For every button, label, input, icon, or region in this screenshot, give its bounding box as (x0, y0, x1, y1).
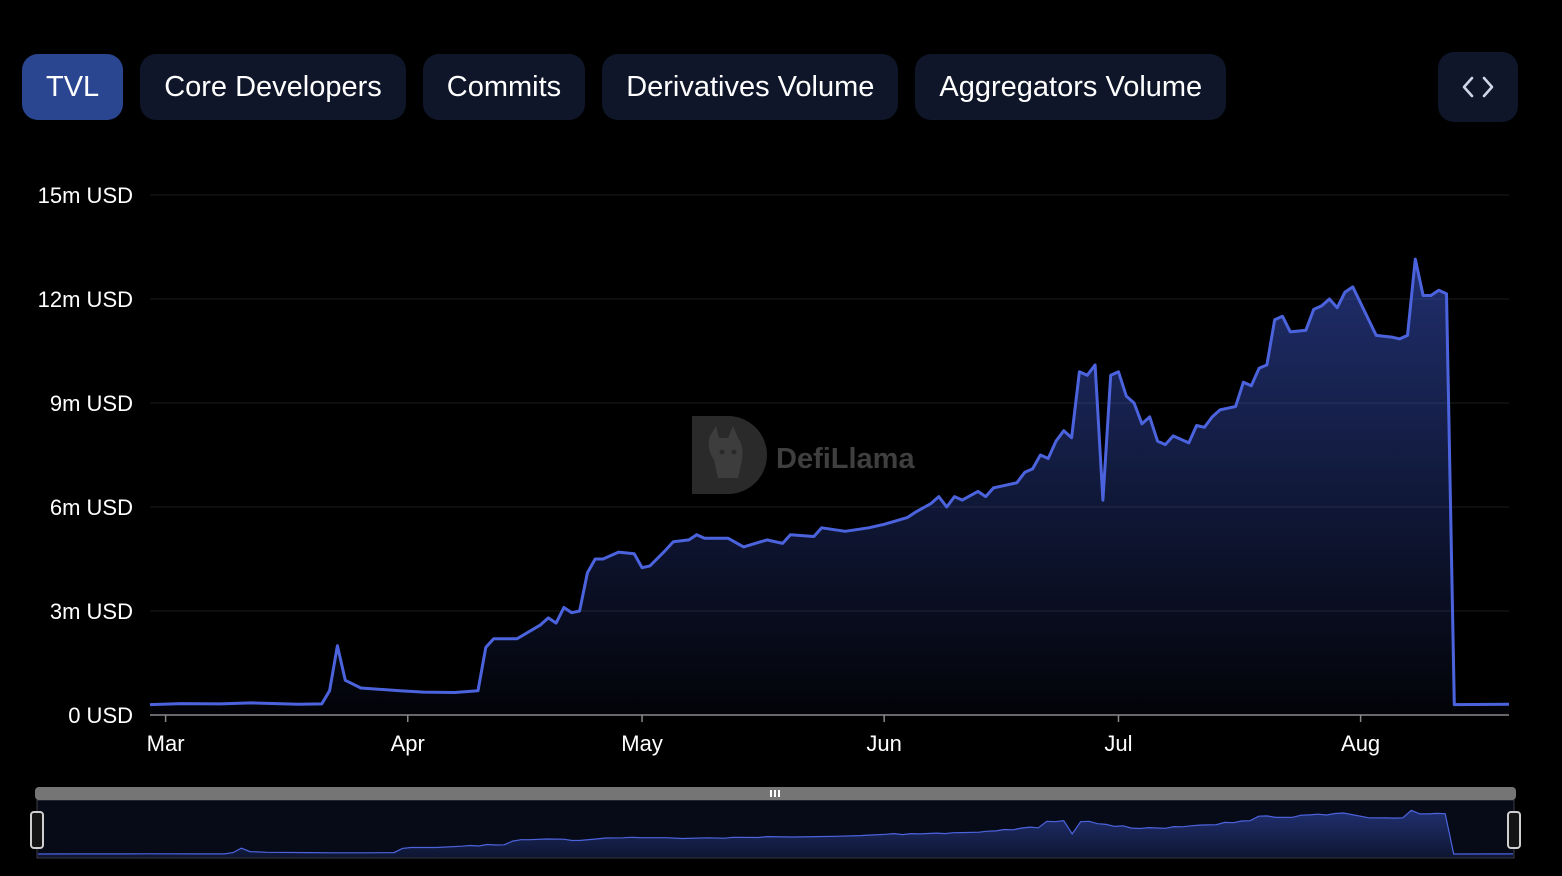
watermark-text: DefiLlama (776, 443, 915, 475)
range-brush[interactable] (30, 787, 1521, 859)
y-tick-label: 12m USD (38, 287, 133, 312)
y-tick-label: 15m USD (38, 183, 133, 208)
x-tick-label: May (621, 731, 663, 756)
tvl-area (150, 259, 1509, 715)
y-tick-label: 0 USD (68, 703, 133, 728)
brush-handle-left[interactable] (30, 811, 44, 849)
x-tick-label: Apr (391, 731, 425, 756)
y-axis: 0 USD 3m USD 6m USD 9m USD 12m USD 15m USD (38, 183, 133, 728)
series-tvl (149, 257, 1510, 715)
x-tick-label: Mar (147, 731, 185, 756)
watermark: DefiLlama (692, 416, 915, 494)
brush-handle-right[interactable] (1507, 811, 1521, 849)
tvl-chart: 0 USD 3m USD 6m USD 9m USD 12m USD 15m USD De… (30, 183, 1521, 859)
x-axis: Mar Apr May Jun Jul Aug (147, 714, 1509, 756)
defillama-logo-icon (692, 416, 767, 494)
x-tick-label: Jul (1104, 731, 1132, 756)
y-tick-label: 3m USD (50, 599, 133, 624)
chart-page: TVL Core Developers Commits Derivatives … (0, 0, 1562, 876)
x-tick-label: Jun (866, 731, 901, 756)
y-tick-label: 9m USD (50, 391, 133, 416)
brush-grip-icon[interactable] (770, 790, 780, 797)
x-tick-label: Aug (1341, 731, 1380, 756)
y-tick-label: 6m USD (50, 495, 133, 520)
